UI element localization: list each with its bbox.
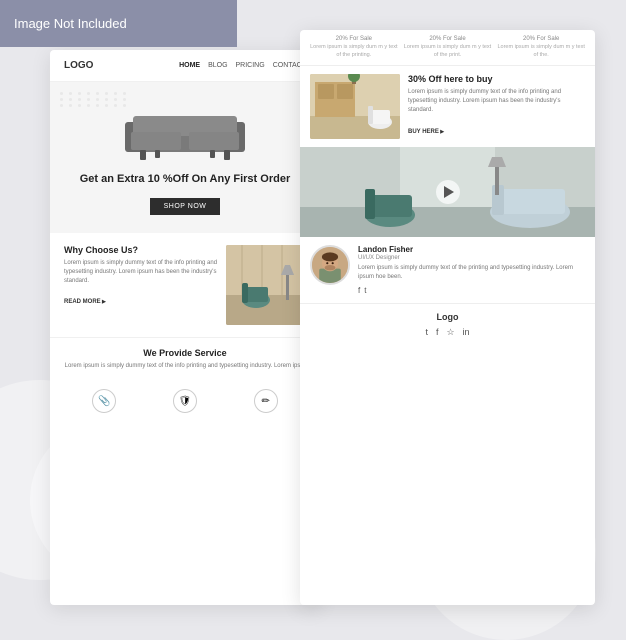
nav-home[interactable]: HOME bbox=[179, 62, 200, 69]
card-3-desc: Lorem ipsum is simply dum m y text of th… bbox=[497, 44, 585, 59]
edit-icon: ✏ bbox=[254, 389, 278, 413]
offer-text: 30% Off here to buy Lorem ipsum is simpl… bbox=[408, 74, 585, 138]
play-icon bbox=[444, 186, 454, 198]
shop-now-button[interactable]: SHOP NOW bbox=[150, 198, 221, 215]
buy-here-link[interactable]: BUY HERE bbox=[408, 129, 444, 135]
why-heading: Why Choose Us? bbox=[64, 245, 218, 255]
play-button[interactable] bbox=[436, 180, 460, 204]
footer-twitter[interactable]: t bbox=[425, 327, 428, 338]
footer-logo: Logo bbox=[310, 312, 585, 322]
right-footer: Logo t f ☆ in bbox=[300, 303, 595, 346]
nav-links: HOME BLOG PRICING CONTACT bbox=[179, 62, 306, 69]
social-twitter[interactable]: t bbox=[364, 286, 366, 295]
team-section: Landon Fisher UI/UX Designer Lorem ipsum… bbox=[300, 237, 595, 303]
left-nav: LOGO HOME BLOG PRICING CONTACT bbox=[50, 50, 320, 82]
why-body: Lorem ipsum is simply dummy text of the … bbox=[64, 259, 218, 286]
service-section: We Provide Service Lorem ipsum is simply… bbox=[50, 337, 320, 381]
card-3-title: 20% For Sale bbox=[497, 36, 585, 42]
offer-section: 30% Off here to buy Lorem ipsum is simpl… bbox=[300, 66, 595, 147]
team-avatar bbox=[310, 245, 350, 285]
service-icon-2: 🛡 bbox=[173, 389, 197, 413]
card-1-title: 20% For Sale bbox=[310, 36, 398, 42]
nav-pricing[interactable]: PRICING bbox=[236, 62, 265, 69]
team-name: Landon Fisher bbox=[358, 245, 585, 254]
service-icon-1: 📎 bbox=[92, 389, 116, 413]
offer-image bbox=[310, 74, 400, 139]
left-page: LOGO HOME BLOG PRICING CONTACT bbox=[50, 50, 320, 605]
top-card-2: 20% For Sale Lorem ipsum is simply dum m… bbox=[404, 36, 492, 59]
footer-instagram[interactable]: ☆ bbox=[446, 327, 454, 338]
why-choose-section: Why Choose Us? Lorem ipsum is simply dum… bbox=[50, 233, 320, 337]
shield-icon: 🛡 bbox=[173, 389, 197, 413]
top-card-1: 20% For Sale Lorem ipsum is simply dum m… bbox=[310, 36, 398, 59]
social-facebook[interactable]: f bbox=[358, 286, 360, 295]
image-not-included-banner: Image Not Included bbox=[0, 0, 237, 47]
footer-linkedin[interactable]: in bbox=[463, 327, 470, 338]
footer-facebook[interactable]: f bbox=[436, 327, 439, 338]
hero-title: Get an Extra 10 %Off On Any First Order bbox=[62, 172, 308, 187]
footer-social-links: t f ☆ in bbox=[310, 327, 585, 338]
card-2-desc: Lorem ipsum is simply dum m y text of th… bbox=[404, 44, 492, 59]
team-social: f t bbox=[358, 286, 585, 295]
card-1-desc: Lorem ipsum is simply dum m y text of th… bbox=[310, 44, 398, 59]
hero-section: Get an Extra 10 %Off On Any First Order … bbox=[50, 82, 320, 233]
service-icons-row: 📎 🛡 ✏ bbox=[50, 381, 320, 421]
sofa-image bbox=[115, 94, 255, 164]
why-text: Why Choose Us? Lorem ipsum is simply dum… bbox=[64, 245, 218, 325]
right-page: 20% For Sale Lorem ipsum is simply dum m… bbox=[300, 30, 595, 605]
nav-blog[interactable]: BLOG bbox=[208, 62, 227, 69]
logo: LOGO bbox=[64, 60, 93, 71]
paperclip-icon: 📎 bbox=[92, 389, 116, 413]
video-section bbox=[300, 147, 595, 237]
why-image bbox=[226, 245, 306, 325]
service-heading: We Provide Service bbox=[64, 348, 306, 358]
card-2-title: 20% For Sale bbox=[404, 36, 492, 42]
team-info: Landon Fisher UI/UX Designer Lorem ipsum… bbox=[358, 245, 585, 295]
top-card-3: 20% For Sale Lorem ipsum is simply dum m… bbox=[497, 36, 585, 59]
team-role: UI/UX Designer bbox=[358, 255, 585, 261]
banner-text: Image Not Included bbox=[14, 16, 127, 31]
top-cards-section: 20% For Sale Lorem ipsum is simply dum m… bbox=[300, 30, 595, 66]
service-body: Lorem ipsum is simply dummy text of the … bbox=[64, 362, 306, 371]
team-bio: Lorem ipsum is simply dummy text of the … bbox=[358, 264, 585, 282]
service-icon-3: ✏ bbox=[254, 389, 278, 413]
read-more-link[interactable]: READ MORE bbox=[64, 299, 106, 305]
offer-body: Lorem ipsum is simply dummy text of the … bbox=[408, 88, 585, 115]
offer-heading: 30% Off here to buy bbox=[408, 74, 585, 84]
